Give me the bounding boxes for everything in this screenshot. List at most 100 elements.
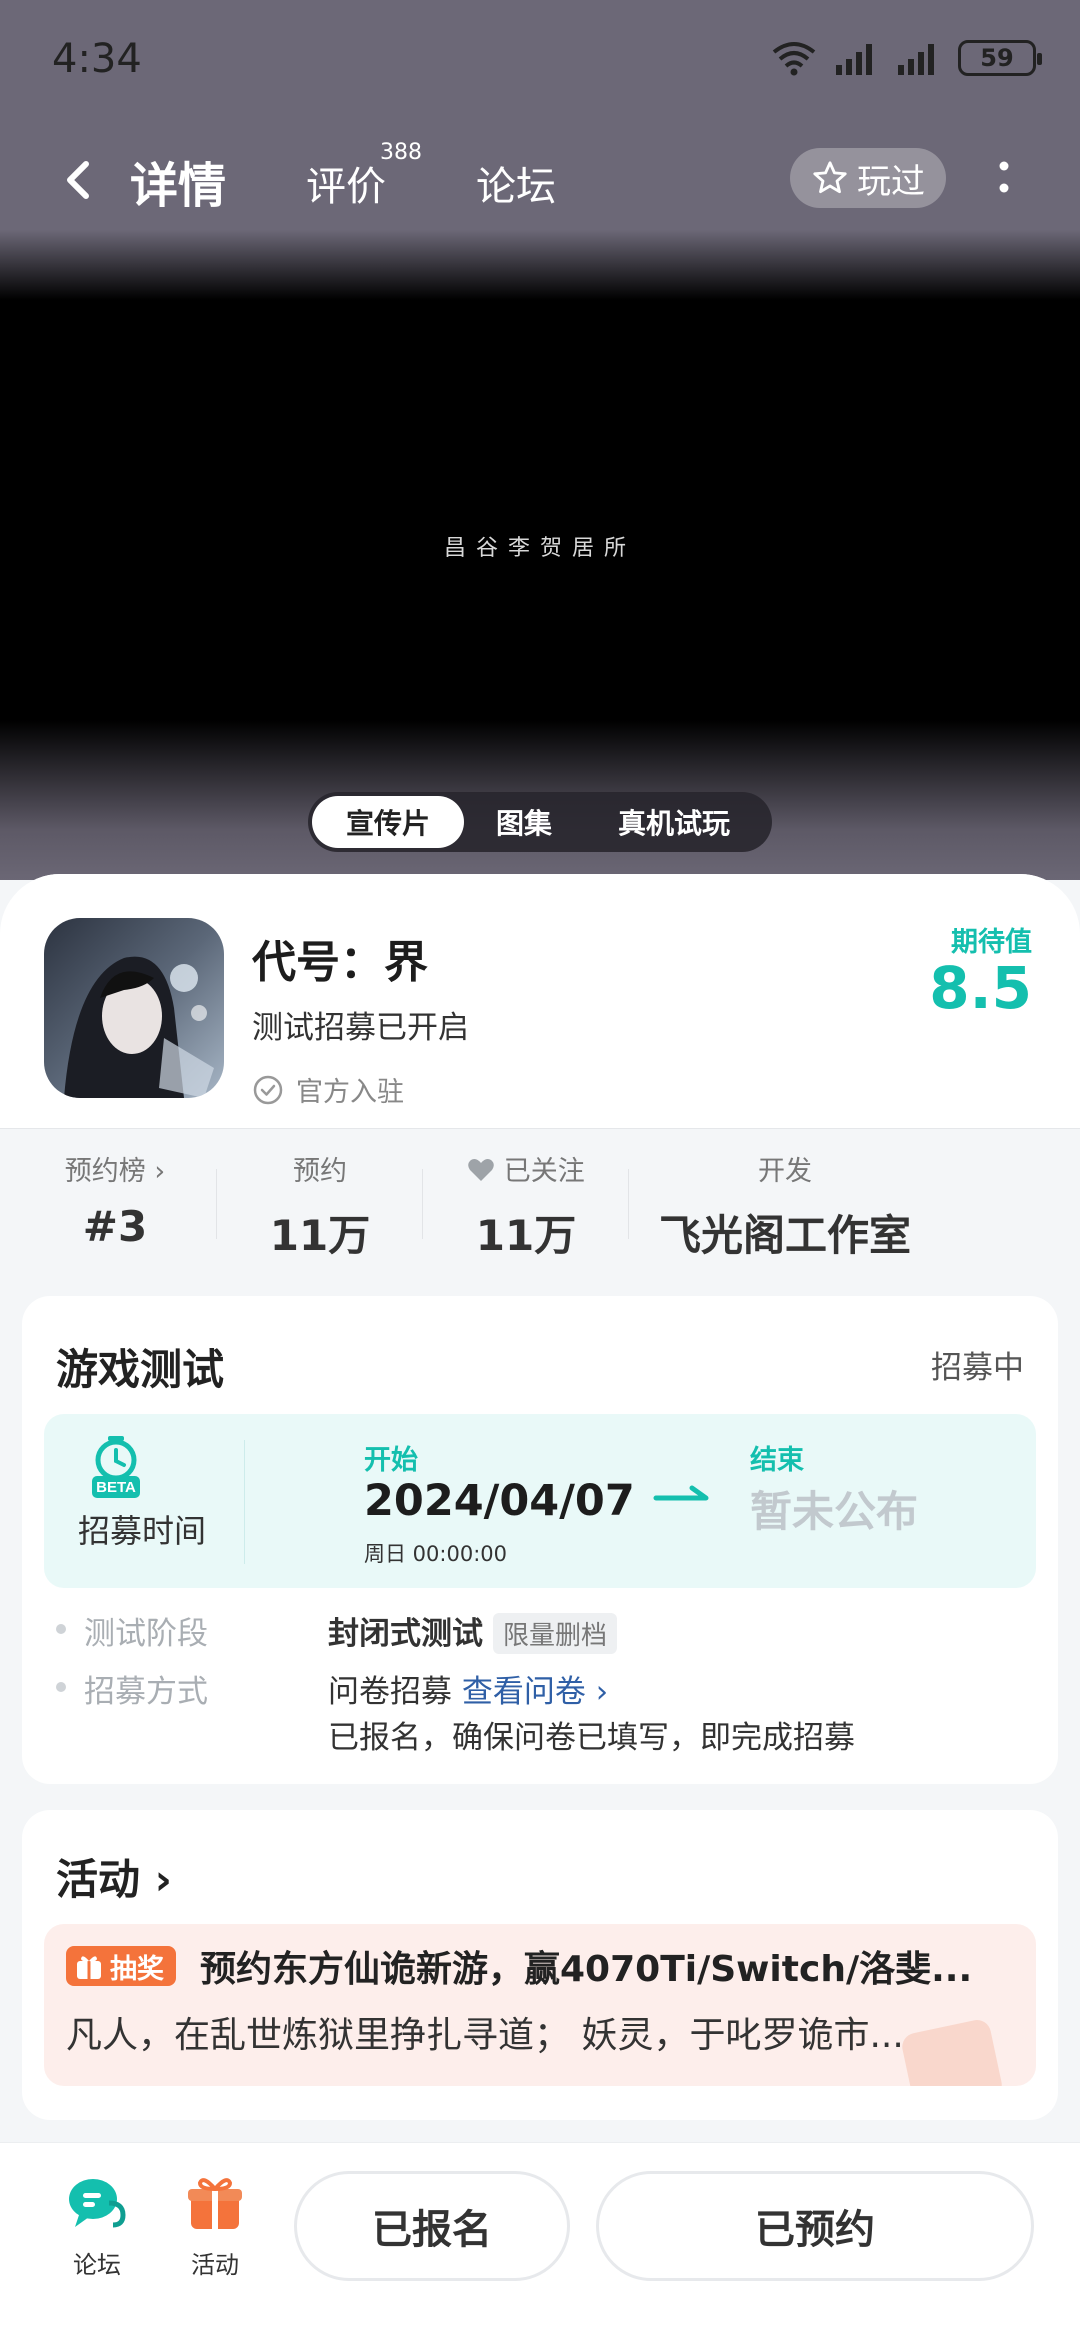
game-art-icon — [44, 918, 224, 1098]
lottery-description: 凡人，在乱世炼狱里挣扎寻道； 妖灵，于叱罗诡市... — [66, 2015, 904, 2056]
divider — [422, 1169, 423, 1239]
bullet-dot — [56, 1682, 66, 1692]
end-value: 暂未公布 — [750, 1487, 919, 1536]
status-bar: 4:34 59 — [0, 0, 1080, 120]
status-icons: 59 — [772, 40, 1042, 76]
check-circle-icon — [253, 1075, 283, 1104]
view-questionnaire-label: 查看问卷 — [461, 1674, 586, 1710]
tab-review-label: 评价 — [306, 164, 386, 210]
chevron-right-icon: › — [154, 1855, 172, 1904]
start-time: 周日 00:00:00 — [364, 1542, 507, 1566]
tab-detail[interactable]: 详情 — [126, 146, 231, 216]
activity-title-row[interactable]: 活动 › — [56, 1846, 172, 1907]
stat-dev-label: 开发 — [758, 1156, 812, 1187]
end-label: 结束 — [750, 1445, 804, 1476]
beta-clock-icon: BETA — [92, 1436, 140, 1498]
media-tab-gallery[interactable]: 图集 — [464, 796, 584, 848]
official-badge: 官方入驻 — [252, 1070, 404, 1109]
chevron-right-icon: › — [595, 1674, 609, 1710]
stat-reserve: 预约 11万 — [230, 1149, 410, 1263]
chevron-right-icon: › — [154, 1156, 166, 1187]
recruit-method-value: 问卷招募 — [328, 1674, 452, 1710]
stat-follow-label: 已关注 — [503, 1156, 585, 1187]
game-title: 代号：界 — [252, 937, 428, 988]
lottery-headline: 预约东方仙诡新游，赢4070Ti/Switch/洛斐... — [200, 1949, 973, 1990]
reserved-button[interactable]: 已预约 — [596, 2171, 1034, 2281]
activity-section: 活动 › 抽奖 预约东方仙诡新游，赢4070Ti/Switch/洛斐... 凡人… — [22, 1810, 1058, 2120]
test-phase-value: 封闭式测试 — [328, 1616, 483, 1652]
video-watermark: 昌谷李贺居所 — [443, 536, 636, 561]
star-outline-icon — [813, 161, 847, 194]
stat-rank-value: #3 — [82, 1202, 148, 1251]
start-date: 2024/04/07 — [364, 1476, 635, 1526]
tab-review[interactable]: 评价 388 — [306, 140, 422, 212]
lottery-badge: 抽奖 — [66, 1946, 176, 1986]
bottom-activity[interactable]: 活动 — [170, 2173, 260, 2280]
stat-dev-value: 飞光阁工作室 — [658, 1211, 911, 1260]
registered-button[interactable]: 已报名 — [294, 2171, 570, 2281]
stats-row: 预约榜 › #3 预约 11万 已关注 11万 开发 飞光阁工作室 — [0, 1128, 1080, 1260]
game-icon — [44, 918, 224, 1098]
bottom-forum-label: 论坛 — [73, 2251, 121, 2279]
gift-deco-icon — [902, 2020, 1002, 2086]
stat-follow-label-row: 已关注 — [436, 1149, 616, 1188]
game-test-section: 游戏测试 招募中 BETA 招募时间 开始 2024/04/07 周日 00:0… — [22, 1296, 1058, 1784]
played-label: 玩过 — [857, 161, 925, 202]
signal-icon-2 — [898, 44, 934, 75]
divider — [244, 1440, 245, 1564]
expect-value: 8.5 — [929, 954, 1032, 1022]
bottom-activity-label: 活动 — [191, 2251, 239, 2279]
divider — [216, 1169, 217, 1239]
lottery-card[interactable]: 抽奖 预约东方仙诡新游，赢4070Ti/Switch/洛斐... 凡人，在乱世炼… — [44, 1924, 1036, 2086]
start-label: 开始 — [364, 1445, 418, 1476]
played-button[interactable]: 玩过 — [790, 148, 946, 208]
lottery-badge-label: 抽奖 — [110, 1953, 164, 1985]
stat-follow-value: 11万 — [475, 1211, 577, 1260]
stat-rank-label: 预约榜 — [64, 1156, 146, 1187]
media-tab-trial[interactable]: 真机试玩 — [584, 796, 764, 848]
battery-level: 59 — [980, 44, 1014, 72]
back-arrow-icon[interactable] — [50, 150, 110, 210]
stat-rank[interactable]: 预约榜 › #3 — [30, 1149, 200, 1251]
recruit-method-key: 招募方式 — [84, 1674, 208, 1710]
activity-title: 活动 — [56, 1855, 141, 1904]
game-subtitle: 测试招募已开启 — [252, 1010, 469, 1046]
recruit-method-value-wrap: 问卷招募 查看问卷 › — [328, 1666, 608, 1711]
view-questionnaire-link[interactable]: 查看问卷 › — [462, 1674, 608, 1710]
gift-box-icon — [188, 2178, 242, 2229]
game-test-title: 游戏测试 — [56, 1345, 225, 1394]
battery-icon: 59 — [958, 40, 1042, 76]
header-background — [0, 0, 1080, 880]
more-menu-icon[interactable] — [984, 148, 1024, 208]
test-phase-key: 测试阶段 — [84, 1616, 208, 1652]
bottom-bar: 论坛 活动 已报名 已预约 — [0, 2142, 1080, 2331]
review-count-badge: 388 — [380, 140, 422, 165]
recruit-status: 招募中 — [931, 1350, 1024, 1386]
status-time: 4:34 — [52, 36, 142, 82]
stat-follow[interactable]: 已关注 11万 — [436, 1149, 616, 1263]
bullet-dot — [56, 1624, 66, 1634]
phase-tag: 限量删档 — [493, 1613, 618, 1654]
media-tabs: 宣传片 图集 真机试玩 — [308, 792, 772, 852]
top-nav: 详情 评价 388 论坛 玩过 — [0, 140, 1080, 220]
media-tab-promo[interactable]: 宣传片 — [312, 796, 464, 848]
test-phase-value-wrap: 封闭式测试 限量删档 — [328, 1608, 618, 1654]
heart-icon — [468, 1159, 494, 1181]
bottom-forum[interactable]: 论坛 — [52, 2173, 142, 2280]
stat-developer[interactable]: 开发 飞光阁工作室 — [640, 1149, 930, 1263]
tab-forum[interactable]: 论坛 — [476, 154, 556, 212]
wifi-icon — [772, 42, 816, 76]
chat-bubble-icon — [69, 2179, 126, 2228]
signal-icon — [836, 44, 872, 75]
arrow-right-icon — [653, 1485, 709, 1501]
divider — [628, 1169, 629, 1239]
official-label: 官方入驻 — [296, 1077, 404, 1108]
beta-text: BETA — [96, 1479, 136, 1496]
recruit-time-box: BETA 招募时间 开始 2024/04/07 周日 00:00:00 结束 暂… — [44, 1414, 1036, 1588]
gift-icon — [77, 1956, 101, 1979]
recruit-time-label: 招募时间 — [78, 1512, 207, 1550]
game-info: 代号：界 测试招募已开启 官方入驻 期待值 8.5 — [0, 874, 1080, 1128]
stat-reserve-value: 11万 — [269, 1211, 371, 1260]
stat-reserve-label: 预约 — [293, 1156, 347, 1187]
recruit-note: 已报名，确保问卷已填写，即完成招募 — [328, 1720, 855, 1756]
